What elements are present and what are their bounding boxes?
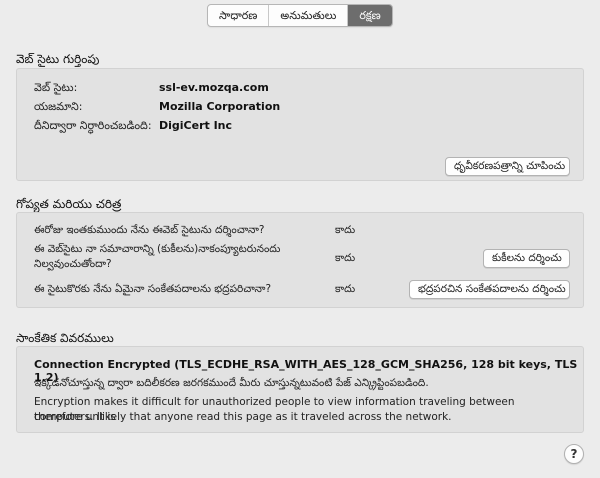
verified-by-label: దీనిద్వారా నిర్ధారించబడింది: xyxy=(34,119,152,132)
owner-label: యజమాని: xyxy=(34,100,83,113)
tab-general[interactable]: సాధారణ xyxy=(208,5,270,26)
technical-panel: Connection Encrypted (TLS_ECDHE_RSA_WITH… xyxy=(16,346,584,433)
owner-value: Mozilla Corporation xyxy=(159,100,281,113)
view-cookies-button[interactable]: కుకీలను దర్శించు xyxy=(483,249,570,268)
identity-section-title: వెబ్ సైటు గుర్తింపు xyxy=(16,52,100,66)
passwords-answer: కాదు xyxy=(335,283,356,295)
passwords-question: ఈ సైటుకొరకు నేను ఏమైనా సంకేతపదాలను భద్రప… xyxy=(34,283,272,295)
privacy-panel: ఈరోజు ఇంతకుముందు నేను ఈవెబ్ సైటును దర్శి… xyxy=(16,212,584,308)
help-icon[interactable]: ? xyxy=(564,444,584,464)
website-label: వెబ్ సైటు: xyxy=(34,81,78,94)
cookies-question: ఈ వెబ్‌సైటు నా సమాచారాన్ని (కుకీలను)నాకం… xyxy=(34,243,281,270)
tab-bar: సాధారణ అనుమతులు రక్షణ xyxy=(207,4,393,27)
visited-answer: కాదు xyxy=(335,224,356,236)
technical-line-3: therefore unlikely that anyone read this… xyxy=(34,411,452,423)
identity-panel: వెబ్ సైటు: ssl-ev.mozqa.com యజమాని: Mozi… xyxy=(16,68,584,181)
verified-by-value: DigiCert Inc xyxy=(159,119,233,132)
cookies-answer: కాదు xyxy=(335,252,356,264)
view-certificate-button[interactable]: ధృవీకరణపత్రాన్ని చూపించు xyxy=(445,157,570,176)
tab-security[interactable]: రక్షణ xyxy=(348,5,392,26)
tab-permissions[interactable]: అనుమతులు xyxy=(269,5,349,26)
technical-line-1: ఇక్కడనోచూస్తున్న ద్వారా బదిలీకరణ జరగకముం… xyxy=(34,377,429,389)
view-saved-passwords-button[interactable]: భద్రపరచిన సంకేతపదాలను దర్శించు xyxy=(409,280,570,299)
website-value: ssl-ev.mozqa.com xyxy=(159,81,269,94)
visited-question: ఈరోజు ఇంతకుముందు నేను ఈవెబ్ సైటును దర్శి… xyxy=(34,224,265,236)
